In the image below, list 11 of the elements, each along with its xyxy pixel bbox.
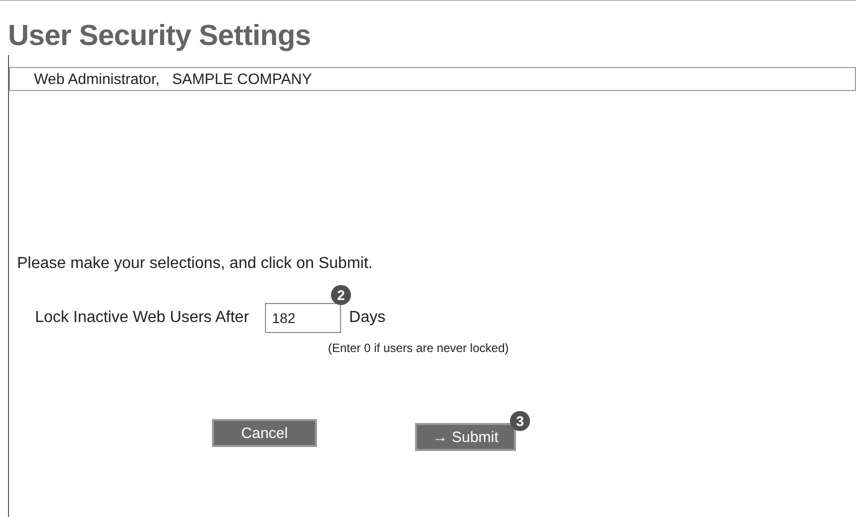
page-title: User Security Settings [8,19,312,54]
step-badge: 3 [510,411,530,431]
user-bar: Web Administrator, SAMPLE COMPANY [9,67,856,91]
field-label: Lock Inactive Web Users After [35,309,250,327]
step-badge: 2 [331,285,352,305]
input-field[interactable]: 182 [265,303,342,333]
cancel-button[interactable]: Cancel [212,419,317,447]
instruction-text: Please make your selections, and click on Submit. [17,255,374,273]
unit-label: Days [349,309,386,327]
submit-button[interactable]: → Submit [415,423,516,451]
hint-text: (Enter 0 if users are never locked) [328,341,510,355]
